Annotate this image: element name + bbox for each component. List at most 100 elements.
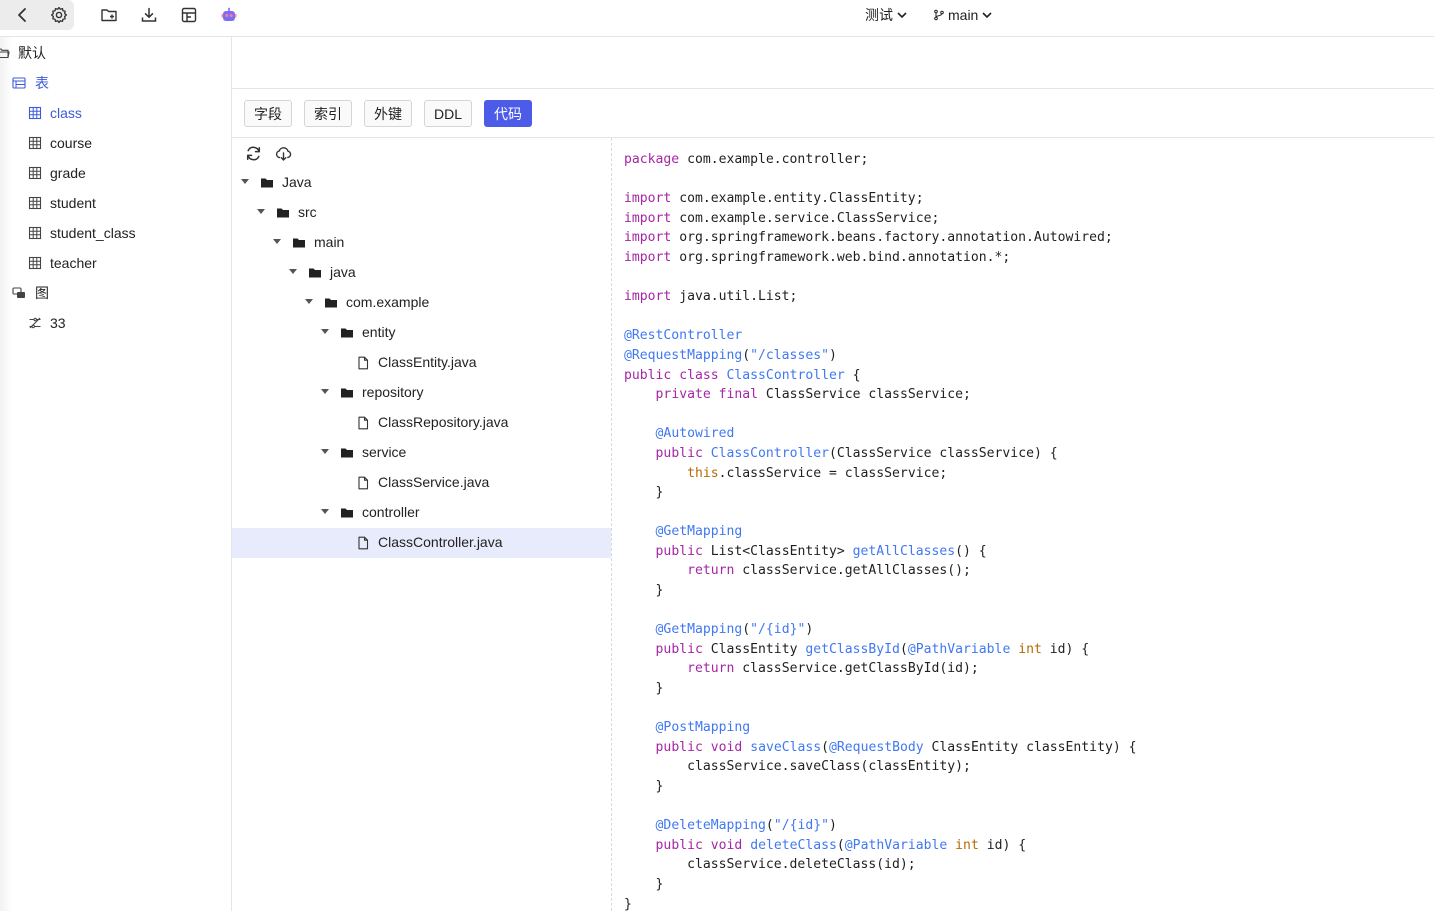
refresh-button[interactable]: [243, 143, 263, 163]
table-icon: [28, 226, 42, 240]
back-button[interactable]: [8, 0, 38, 30]
table-group-icon: [12, 76, 26, 90]
expand-caret-icon[interactable]: [321, 509, 329, 514]
sidebar-item-diagram[interactable]: 33: [0, 308, 231, 338]
folder-icon: [340, 506, 354, 520]
table-icon: [28, 106, 42, 120]
table-name: student: [50, 195, 96, 211]
new-folder-button[interactable]: [94, 0, 124, 30]
tree-folder[interactable]: controller: [232, 498, 611, 528]
sidebar-item-table[interactable]: course: [0, 128, 231, 158]
folder-icon: [292, 236, 306, 250]
tree-folder[interactable]: repository: [232, 378, 611, 408]
cloud-download-icon: [275, 146, 291, 161]
git-branch-icon: [934, 9, 944, 21]
table-name: grade: [50, 165, 86, 181]
file-icon: [356, 356, 370, 370]
back-icon: [18, 8, 26, 22]
sidebar-group-label: 表: [35, 75, 49, 91]
tree-folder[interactable]: java: [232, 258, 611, 288]
expand-caret-icon[interactable]: [321, 329, 329, 334]
code-file-tree: Java src main java com.example entity ClassEnt…: [232, 138, 612, 911]
code-content: package com.example.controller; import c…: [624, 152, 1137, 911]
tree-folder[interactable]: Java: [232, 168, 611, 198]
tree-node-label: main: [314, 234, 345, 250]
table-name: teacher: [50, 255, 97, 271]
tab-indexes[interactable]: 索引: [304, 100, 352, 127]
tree-file[interactable]: ClassController.java: [232, 528, 611, 558]
sidebar-group-tables[interactable]: 表: [0, 68, 231, 98]
ai-assistant-button[interactable]: [214, 0, 244, 30]
sidebar-item-table[interactable]: grade: [0, 158, 231, 188]
sidebar-item-table[interactable]: class: [0, 98, 231, 128]
sidebar-item-table[interactable]: teacher: [0, 248, 231, 278]
branch-select-label: main: [948, 7, 979, 23]
sidebar-group-diagrams[interactable]: 图: [0, 278, 231, 308]
tree-folder[interactable]: service: [232, 438, 611, 468]
tree-node-label: ClassEntity.java: [378, 354, 477, 370]
tree-file[interactable]: ClassRepository.java: [232, 408, 611, 438]
table-layout-button[interactable]: [174, 0, 204, 30]
tab-ddl[interactable]: DDL: [424, 100, 472, 127]
tree-file[interactable]: ClassEntity.java: [232, 348, 611, 378]
editor-tabs: 字段 索引 外键 DDL 代码: [232, 89, 1434, 138]
expand-caret-icon[interactable]: [241, 179, 249, 184]
folder-icon: [340, 326, 354, 340]
export-button[interactable]: [273, 143, 293, 163]
new-folder-icon: [101, 9, 117, 22]
code-viewer[interactable]: package com.example.controller; import c…: [612, 138, 1434, 911]
table-icon: [28, 196, 42, 210]
expand-caret-icon[interactable]: [321, 449, 329, 454]
diagram-icon: [28, 316, 42, 330]
refresh-icon: [246, 146, 260, 160]
branch-select[interactable]: main: [933, 6, 993, 24]
database-select-label: 测试: [865, 7, 893, 23]
folder-icon: [324, 296, 338, 310]
download-icon: [141, 7, 157, 22]
top-toolbar: 测试 main: [0, 0, 1434, 37]
tree-node-label: ClassService.java: [378, 474, 490, 490]
tab-foreign-keys[interactable]: 外键: [364, 100, 412, 127]
file-icon: [356, 476, 370, 490]
table-icon: [28, 256, 42, 270]
sidebar-group-label: 图: [35, 285, 49, 301]
sidebar-item-table[interactable]: student_class: [0, 218, 231, 248]
database-select[interactable]: 测试: [865, 6, 908, 24]
tree-folder[interactable]: entity: [232, 318, 611, 348]
tree-folder[interactable]: src: [232, 198, 611, 228]
tree-folder[interactable]: com.example: [232, 288, 611, 318]
tab-fields[interactable]: 字段: [244, 100, 292, 127]
editor-header: [232, 37, 1434, 89]
table-icon: [28, 136, 42, 150]
tree-node-label: entity: [362, 324, 396, 340]
expand-caret-icon[interactable]: [321, 389, 329, 394]
settings-button[interactable]: [44, 0, 74, 30]
file-icon: [356, 416, 370, 430]
tree-file[interactable]: ClassService.java: [232, 468, 611, 498]
tree-node-label: service: [362, 444, 407, 460]
table-layout-icon: [181, 7, 197, 23]
folder-icon: [260, 176, 274, 190]
folder-open-icon: [0, 46, 10, 60]
download-button[interactable]: [134, 0, 164, 30]
schema-sidebar: 默认 表 class course grade student student_…: [0, 37, 232, 911]
chevron-down-icon: [897, 12, 907, 19]
expand-caret-icon[interactable]: [273, 239, 281, 244]
chevron-down-icon: [982, 12, 992, 19]
tab-code[interactable]: 代码: [484, 100, 532, 127]
sidebar-item-default[interactable]: 默认: [0, 38, 231, 68]
table-name: student_class: [50, 225, 136, 241]
tree-toolbar: [232, 138, 611, 168]
expand-caret-icon[interactable]: [305, 299, 313, 304]
tree-folder[interactable]: main: [232, 228, 611, 258]
robot-icon: [221, 7, 237, 21]
expand-caret-icon[interactable]: [257, 209, 265, 214]
expand-caret-icon[interactable]: [289, 269, 297, 274]
tree-node-label: ClassRepository.java: [378, 414, 509, 430]
tree-node-label: ClassController.java: [378, 534, 503, 550]
tree-node-label: java: [330, 264, 356, 280]
sidebar-item-table[interactable]: student: [0, 188, 231, 218]
folder-icon: [340, 386, 354, 400]
folder-icon: [340, 446, 354, 460]
settings-icon: [50, 6, 68, 24]
